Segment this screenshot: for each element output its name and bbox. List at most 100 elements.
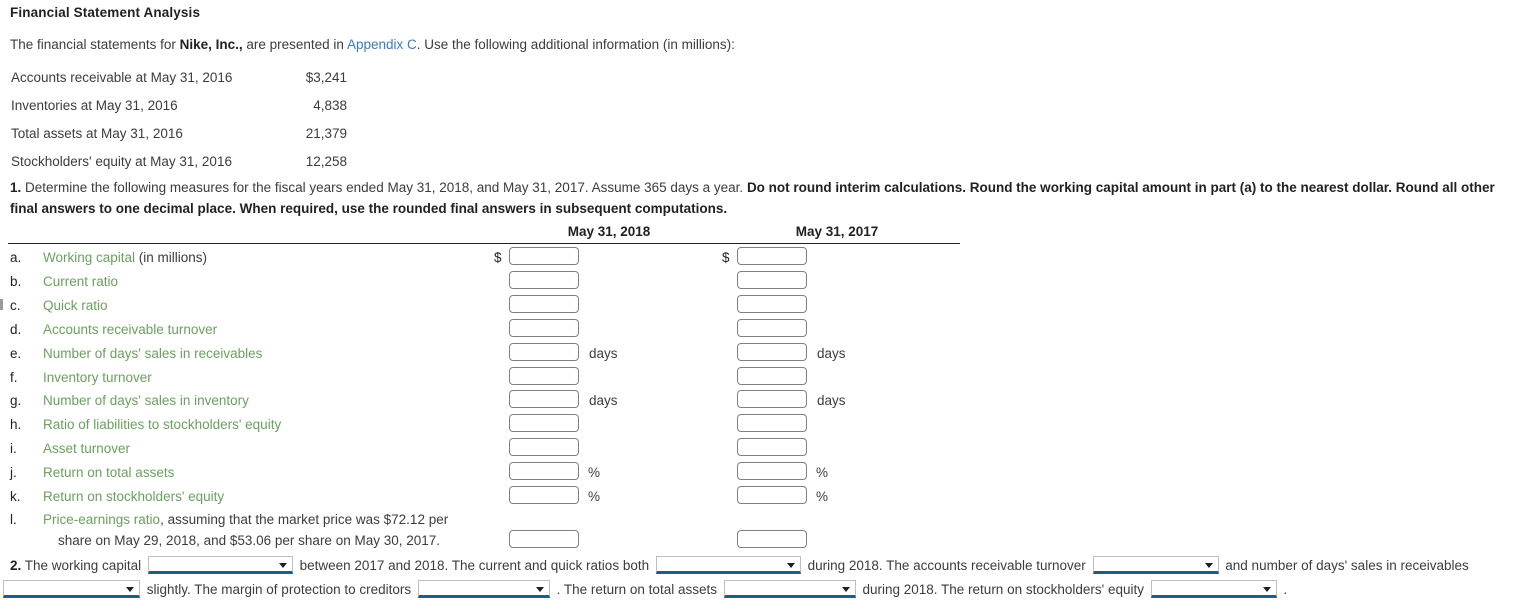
measure-row-j: j. Return on total assets % % <box>0 462 960 485</box>
req2-text-8: . <box>1279 582 1288 597</box>
requirement-2-number: 2. <box>10 558 22 573</box>
given-amount: 21,379 <box>305 126 347 141</box>
row-label: Asset turnover <box>43 441 131 456</box>
input-days-sales-inventory-2018[interactable] <box>509 390 579 408</box>
input-current-ratio-2018[interactable] <box>509 271 579 289</box>
input-asset-turnover-2018[interactable] <box>509 438 579 456</box>
measure-row-a: a. Working capital (in millions) $ $ <box>0 247 960 270</box>
given-label: Accounts receivable at May 31, 2016 <box>11 70 233 85</box>
req2-text-1: The working capital <box>21 558 145 573</box>
input-asset-turnover-2017[interactable] <box>737 438 807 456</box>
requirement-2-line-2: slightly. The margin of protection to cr… <box>0 578 1469 602</box>
input-quick-ratio-2017[interactable] <box>737 295 807 313</box>
unit-percent-2018: % <box>588 489 601 504</box>
row-label-suffix: , assuming that the market price was $72… <box>160 512 449 527</box>
dropdown-return-equity-trend[interactable] <box>1150 580 1277 598</box>
requirement-2-line-1: 2. The working capital between 2017 and … <box>10 554 1469 578</box>
chevron-down-icon <box>1204 563 1213 568</box>
input-return-equity-2017[interactable] <box>737 486 807 504</box>
dollar-sign-2017: $ <box>722 250 730 265</box>
row-label: Working capital (in millions) <box>43 250 207 265</box>
req2-text-2: between 2017 and 2018. The current and q… <box>295 558 653 573</box>
req2-text-6: . The return on total assets <box>552 582 721 597</box>
unit-days-2017: days <box>817 346 846 361</box>
input-price-earnings-2018[interactable] <box>509 530 579 548</box>
req2-text-3: during 2018. The accounts receivable tur… <box>803 558 1090 573</box>
row-letter: f. <box>10 370 18 385</box>
table-header-rule <box>8 243 960 244</box>
table-row: Stockholders' equity at May 31, 2016 12,… <box>11 148 347 176</box>
input-return-total-assets-2017[interactable] <box>737 462 807 480</box>
measures-table-header: May 31, 2018 May 31, 2017 <box>0 224 960 243</box>
dropdown-working-capital-trend[interactable] <box>147 556 293 574</box>
row-label: Number of days' sales in inventory <box>43 393 249 408</box>
company-name: Nike, Inc., <box>179 37 243 52</box>
dropdown-return-total-assets-trend[interactable] <box>723 580 856 598</box>
row-letter: k. <box>10 489 21 504</box>
measure-row-e: e. Number of days' sales in receivables … <box>0 343 960 366</box>
requirement-1-instructions: 1. Determine the following measures for … <box>10 177 1516 219</box>
input-ar-turnover-2018[interactable] <box>509 319 579 337</box>
input-liabilities-to-equity-2017[interactable] <box>737 414 807 432</box>
input-return-total-assets-2018[interactable] <box>509 462 579 480</box>
input-inventory-turnover-2018[interactable] <box>509 367 579 385</box>
table-row: Inventories at May 31, 2016 4,838 <box>11 92 347 120</box>
input-quick-ratio-2018[interactable] <box>509 295 579 313</box>
row-label: Return on stockholders' equity <box>43 489 225 504</box>
row-letter: c. <box>10 298 21 313</box>
dropdown-margin-of-protection-trend[interactable] <box>417 580 550 598</box>
page-title: Financial Statement Analysis <box>10 5 201 20</box>
measure-row-f: f. Inventory turnover <box>0 367 960 390</box>
row-label: Price-earnings ratio, assuming that the … <box>43 512 448 527</box>
req2-text-7: during 2018. The return on stockholders'… <box>858 582 1148 597</box>
measure-row-h: h. Ratio of liabilities to stockholders'… <box>0 414 960 437</box>
requirement-1-normal: Determine the following measures for the… <box>21 180 747 195</box>
row-letter: h. <box>10 417 22 432</box>
given-label: Stockholders' equity at May 31, 2016 <box>11 154 232 169</box>
input-ar-turnover-2017[interactable] <box>737 319 807 337</box>
requirement-1-number: 1. <box>10 180 22 195</box>
chevron-down-icon <box>786 563 795 568</box>
row-letter: d. <box>10 322 22 337</box>
input-inventory-turnover-2017[interactable] <box>737 367 807 385</box>
row-letter: b. <box>10 274 22 289</box>
given-amount: 12,258 <box>305 154 347 169</box>
input-return-equity-2018[interactable] <box>509 486 579 504</box>
intro-text-1: The financial statements for <box>10 37 180 52</box>
input-days-sales-receivables-2017[interactable] <box>737 343 807 361</box>
intro-text-3: . Use the following additional informati… <box>416 37 735 52</box>
unit-percent-2017: % <box>816 465 829 480</box>
given-label: Total assets at May 31, 2016 <box>11 126 183 141</box>
input-working-capital-2018[interactable] <box>509 247 579 265</box>
dollar-sign-2018: $ <box>494 250 502 265</box>
given-label: Inventories at May 31, 2016 <box>11 98 178 113</box>
input-price-earnings-2017[interactable] <box>737 530 807 548</box>
table-row: Accounts receivable at May 31, 2016 $3,2… <box>11 64 347 92</box>
measure-row-l: l. Price-earnings ratio, assuming that t… <box>0 509 960 532</box>
appendix-c-link[interactable]: Appendix C <box>347 37 417 52</box>
dropdown-current-quick-ratios-trend[interactable] <box>655 556 801 574</box>
measures-table: May 31, 2018 May 31, 2017 <box>0 224 960 243</box>
row-letter: a. <box>10 250 22 265</box>
chevron-down-icon <box>1262 587 1271 592</box>
unit-percent-2017: % <box>816 489 829 504</box>
given-data-table: Accounts receivable at May 31, 2016 $3,2… <box>11 64 347 176</box>
dropdown-days-sales-receivables-trend[interactable] <box>3 580 140 598</box>
measure-row-i: i. Asset turnover <box>0 438 960 461</box>
intro-paragraph: The financial statements for Nike, Inc.,… <box>10 37 735 52</box>
input-liabilities-to-equity-2018[interactable] <box>509 414 579 432</box>
row-label: Current ratio <box>43 274 119 289</box>
chevron-down-icon <box>126 587 134 592</box>
measure-row-g: g. Number of days' sales in inventory da… <box>0 390 960 413</box>
worksheet-page: Financial Statement Analysis The financi… <box>0 0 1522 611</box>
row-letter: e. <box>10 346 22 361</box>
input-working-capital-2017[interactable] <box>737 247 807 265</box>
row-label: Quick ratio <box>43 298 108 313</box>
input-days-sales-receivables-2018[interactable] <box>509 343 579 361</box>
input-days-sales-inventory-2017[interactable] <box>737 390 807 408</box>
dropdown-ar-turnover-trend[interactable] <box>1092 556 1219 574</box>
input-current-ratio-2017[interactable] <box>737 271 807 289</box>
requirement-2-block: 2. The working capital between 2017 and … <box>3 554 1469 602</box>
row-letter: l. <box>10 512 17 527</box>
row-label: Inventory turnover <box>43 370 152 385</box>
